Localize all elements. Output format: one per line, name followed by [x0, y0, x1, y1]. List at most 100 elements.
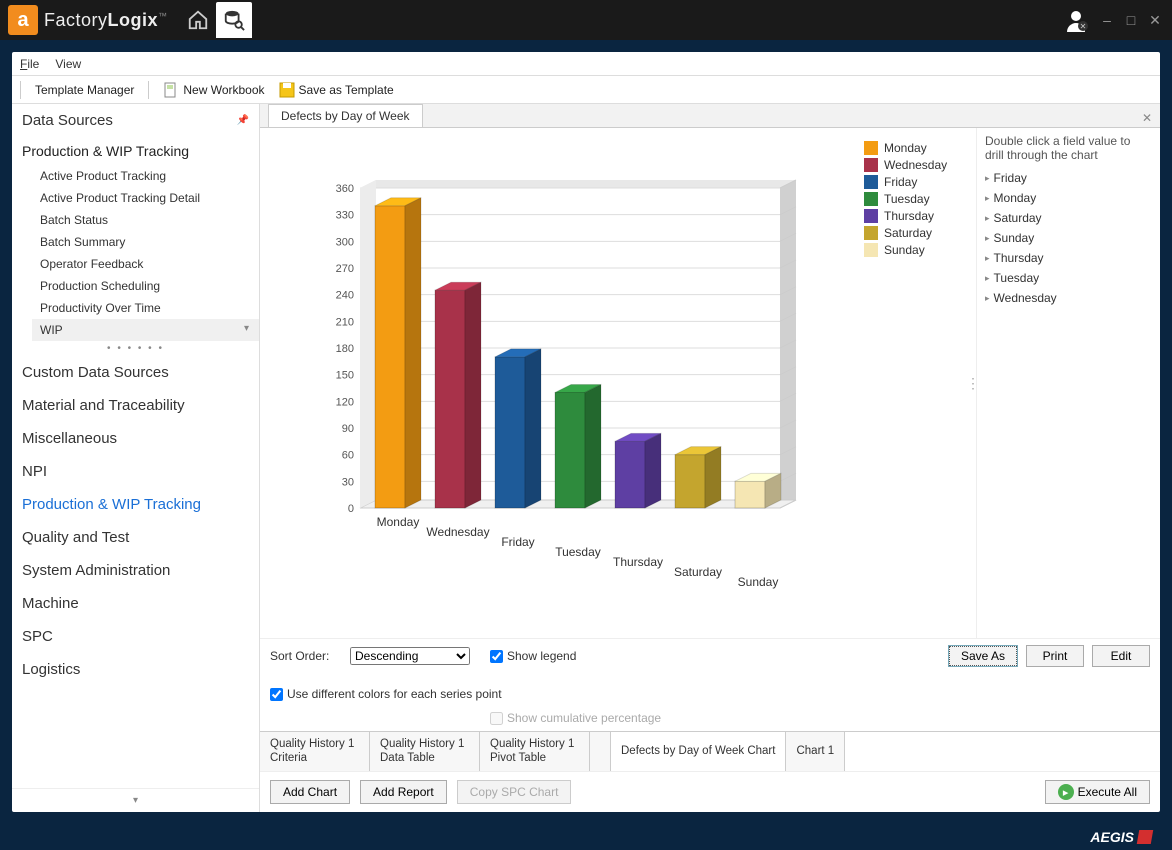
- sidebar: Data Sources 📌 Production & WIP Tracking…: [12, 104, 260, 812]
- drill-item[interactable]: Wednesday: [985, 288, 1152, 308]
- sidebar-category[interactable]: SPC: [12, 620, 259, 653]
- home-icon[interactable]: [180, 2, 216, 38]
- svg-text:Monday: Monday: [377, 515, 420, 529]
- sidebar-category[interactable]: Machine: [12, 587, 259, 620]
- show-legend-checkbox[interactable]: Show legend: [490, 649, 610, 663]
- template-manager-button[interactable]: Template Manager: [35, 83, 134, 97]
- svg-text:Thursday: Thursday: [613, 555, 663, 569]
- drill-item[interactable]: Friday: [985, 168, 1152, 188]
- legend-swatch: [864, 226, 878, 240]
- edit-button[interactable]: Edit: [1092, 645, 1150, 667]
- add-chart-button[interactable]: Add Chart: [270, 780, 350, 804]
- aegis-logo: AEGIS: [1090, 829, 1152, 845]
- database-search-icon[interactable]: [216, 2, 252, 38]
- new-workbook-button[interactable]: New Workbook: [163, 82, 264, 98]
- drill-item[interactable]: Saturday: [985, 208, 1152, 228]
- legend-swatch: [864, 175, 878, 189]
- svg-text:90: 90: [342, 423, 354, 435]
- legend-swatch: [864, 158, 878, 172]
- drill-item[interactable]: Monday: [985, 188, 1152, 208]
- tree-item[interactable]: Production Scheduling: [32, 275, 259, 297]
- drill-item[interactable]: Thursday: [985, 248, 1152, 268]
- tree-item[interactable]: Active Product Tracking Detail: [32, 187, 259, 209]
- print-button[interactable]: Print: [1026, 645, 1084, 667]
- titlebar: a FactoryLogix™ ✕ – □ ✕: [0, 0, 1172, 40]
- chart-area: 0306090120150180210240270300330360Monday…: [260, 128, 970, 638]
- sheet-tab[interactable]: Defects by Day of Week Chart: [611, 732, 786, 771]
- sort-order-select[interactable]: Descending: [350, 647, 470, 665]
- save-icon: [279, 82, 295, 98]
- drill-item[interactable]: Sunday: [985, 228, 1152, 248]
- svg-text:Tuesday: Tuesday: [555, 545, 601, 559]
- legend-label: Friday: [884, 175, 917, 189]
- svg-text:Wednesday: Wednesday: [426, 525, 489, 539]
- document-tabs: Defects by Day of Week ✕: [260, 104, 1160, 128]
- save-as-template-button[interactable]: Save as Template: [279, 82, 394, 98]
- legend-item[interactable]: Tuesday: [864, 192, 966, 206]
- svg-text:300: 300: [336, 236, 354, 248]
- legend-label: Tuesday: [884, 192, 930, 206]
- sheet-tab[interactable]: Chart 1: [786, 732, 845, 771]
- sheet-tabs: Quality History 1 CriteriaQuality Histor…: [260, 731, 1160, 771]
- svg-text:150: 150: [336, 370, 354, 382]
- svg-text:30: 30: [342, 476, 354, 488]
- save-as-button[interactable]: Save As: [948, 645, 1018, 667]
- sidebar-category[interactable]: Production & WIP Tracking: [12, 488, 259, 521]
- svg-text:330: 330: [336, 210, 354, 222]
- pin-icon[interactable]: 📌: [237, 115, 249, 126]
- sidebar-category[interactable]: Miscellaneous: [12, 422, 259, 455]
- sidebar-expanded-section[interactable]: Production & WIP Tracking: [12, 137, 259, 165]
- svg-text:240: 240: [336, 290, 354, 302]
- sidebar-expand-handle[interactable]: • • • • • •: [12, 341, 259, 356]
- drill-item[interactable]: Tuesday: [985, 268, 1152, 288]
- tab-defects-by-day[interactable]: Defects by Day of Week: [268, 104, 423, 127]
- menu-view[interactable]: View: [55, 57, 81, 71]
- legend-item[interactable]: Friday: [864, 175, 966, 189]
- sidebar-category[interactable]: System Administration: [12, 554, 259, 587]
- close-icon[interactable]: ✕: [1146, 12, 1164, 29]
- legend-item[interactable]: Saturday: [864, 226, 966, 240]
- legend-item[interactable]: Sunday: [864, 243, 966, 257]
- legend-item[interactable]: Thursday: [864, 209, 966, 223]
- bottom-actions: Add Chart Add Report Copy SPC Chart ▸ Ex…: [260, 771, 1160, 812]
- tree-item[interactable]: WIP: [32, 319, 259, 341]
- tree-item[interactable]: Batch Summary: [32, 231, 259, 253]
- svg-text:Sunday: Sunday: [738, 575, 779, 589]
- tree-item[interactable]: Operator Feedback: [32, 253, 259, 275]
- add-report-button[interactable]: Add Report: [360, 780, 447, 804]
- sidebar-scroll-down-icon[interactable]: ▾: [12, 788, 259, 812]
- logo-icon: a: [8, 5, 38, 35]
- legend-item[interactable]: Monday: [864, 141, 966, 155]
- tree-item[interactable]: Productivity Over Time: [32, 297, 259, 319]
- play-icon: ▸: [1058, 784, 1074, 800]
- sidebar-category[interactable]: Custom Data Sources: [12, 356, 259, 389]
- svg-text:210: 210: [336, 316, 354, 328]
- sidebar-title: Data Sources 📌: [12, 104, 259, 137]
- legend-label: Sunday: [884, 243, 925, 257]
- flag-icon: [1137, 830, 1153, 844]
- chart-canvas[interactable]: 0306090120150180210240270300330360Monday…: [260, 128, 860, 638]
- tree-item[interactable]: Active Product Tracking: [32, 165, 259, 187]
- tree-item[interactable]: Batch Status: [32, 209, 259, 231]
- sidebar-category[interactable]: Material and Traceability: [12, 389, 259, 422]
- window-controls: – □ ✕: [1098, 12, 1164, 29]
- svg-text:✕: ✕: [1080, 22, 1087, 31]
- sidebar-category[interactable]: Logistics: [12, 653, 259, 686]
- diff-colors-checkbox[interactable]: Use different colors for each series poi…: [270, 687, 610, 701]
- maximize-icon[interactable]: □: [1122, 12, 1140, 29]
- sheet-tab[interactable]: Quality History 1 Data Table: [370, 732, 480, 771]
- sheet-tab[interactable]: Quality History 1 Pivot Table: [480, 732, 590, 771]
- document-icon: [163, 82, 179, 98]
- sidebar-category[interactable]: Quality and Test: [12, 521, 259, 554]
- minimize-icon[interactable]: –: [1098, 12, 1116, 29]
- user-icon[interactable]: ✕: [1064, 8, 1088, 32]
- sort-order-label: Sort Order:: [270, 649, 340, 663]
- legend-item[interactable]: Wednesday: [864, 158, 966, 172]
- menu-file[interactable]: File: [20, 57, 39, 71]
- execute-all-button[interactable]: ▸ Execute All: [1045, 780, 1150, 804]
- legend-label: Monday: [884, 141, 927, 155]
- sidebar-category[interactable]: NPI: [12, 455, 259, 488]
- tab-close-icon[interactable]: ✕: [1134, 109, 1160, 127]
- legend-swatch: [864, 141, 878, 155]
- sheet-tab[interactable]: Quality History 1 Criteria: [260, 732, 370, 771]
